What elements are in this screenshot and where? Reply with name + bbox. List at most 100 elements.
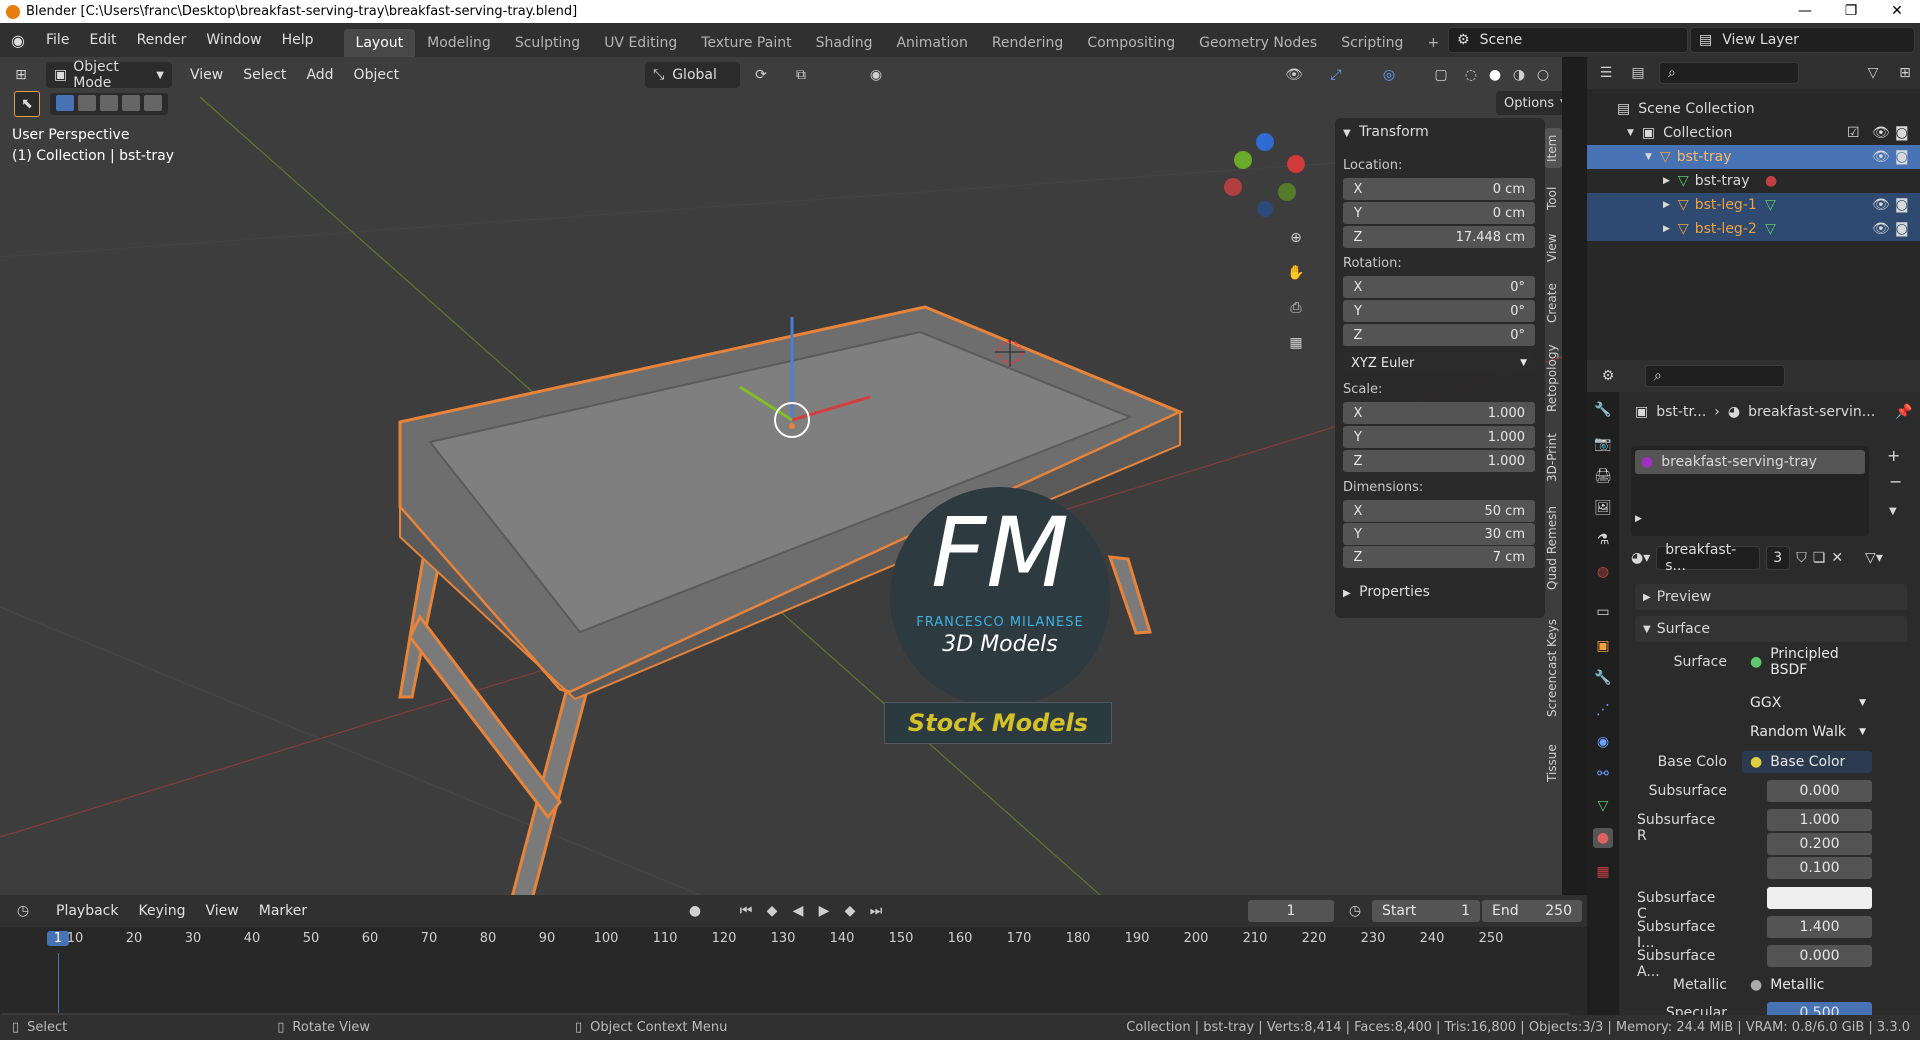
subsurface-ior-field[interactable]: 1.400 (1767, 916, 1872, 938)
material-browse-icon[interactable]: ◕▾ (1631, 550, 1650, 566)
outliner-item-bst-leg-1[interactable]: ▶ ▽ bst-leg-1 ▽ 👁 ◙ (1587, 193, 1920, 217)
select-extend-icon[interactable] (78, 95, 96, 111)
new-collection-icon[interactable]: ⊞ (1894, 62, 1916, 84)
minimize-button[interactable]: — (1782, 0, 1828, 23)
tool-tab-icon[interactable]: 🔧 (1593, 400, 1613, 420)
timeline-menu-view[interactable]: View (196, 903, 249, 919)
output-tab-icon[interactable]: 🖨 (1593, 466, 1613, 486)
sidebar-tab-quad-remesh[interactable]: Quad Remesh (1545, 498, 1562, 598)
add-slot-icon[interactable]: + (1887, 446, 1900, 465)
menu-render[interactable]: Render (127, 23, 197, 57)
timeline-body[interactable]: 1 10 20 30 40 50 60 70 80 90 100 110 120 130 140 150 160… (0, 927, 1587, 1025)
expand-icon[interactable]: ▶ (1635, 514, 1642, 524)
properties-editor-icon[interactable]: ⚙ (1597, 365, 1619, 387)
rotation-mode-select[interactable]: XYZ Euler ▼ (1343, 352, 1535, 374)
material-slot-item[interactable]: ● breakfast-serving-tray (1635, 450, 1865, 474)
outliner-editor-icon[interactable]: ☰ (1595, 62, 1617, 84)
scale-y-field[interactable]: Y 1.000 (1343, 426, 1535, 448)
close-button[interactable]: ✕ (1874, 0, 1920, 23)
prev-keyframe-icon[interactable]: ◆ (761, 900, 783, 922)
chevron-down-icon[interactable]: ▼ (1889, 506, 1897, 517)
pivot-icon[interactable]: ⟳ (750, 64, 772, 86)
render-tab-icon[interactable]: 📷 (1593, 434, 1613, 454)
jump-end-icon[interactable]: ⏭ (865, 900, 887, 922)
nav-neg-z-icon[interactable] (1257, 201, 1273, 217)
subsurface-radius-x-field[interactable]: 1.000 (1767, 809, 1872, 831)
select-subtract-icon[interactable] (100, 95, 118, 111)
nav-z-icon[interactable] (1256, 133, 1274, 151)
eye-icon[interactable]: 👁 (1872, 221, 1890, 237)
sidebar-tab-view[interactable]: View (1545, 228, 1562, 268)
camera-icon[interactable]: ◙ (1895, 197, 1909, 213)
tab-scripting[interactable]: Scripting (1329, 29, 1415, 57)
rotation-x-field[interactable]: X 0° (1343, 276, 1535, 298)
solid-shading-icon[interactable]: ● (1484, 64, 1506, 86)
menu-help[interactable]: Help (272, 23, 324, 57)
options-button[interactable]: Options ▼ (1496, 91, 1562, 115)
proportional-edit-icon[interactable]: ◉ (865, 64, 887, 86)
nav-x-icon[interactable] (1287, 155, 1305, 173)
play-icon[interactable]: ▶ (813, 900, 835, 922)
play-reverse-icon[interactable]: ◀ (787, 900, 809, 922)
surface-shader-field[interactable]: ● Principled BSDF (1742, 646, 1872, 678)
sidebar-tab-item[interactable]: Item (1545, 128, 1562, 168)
select-tool-icon[interactable]: ⬉ (14, 91, 40, 117)
outliner-item-bst-leg-2[interactable]: ▶ ▽ bst-leg-2 ▽ 👁 ◙ (1587, 217, 1920, 241)
tab-rendering[interactable]: Rendering (980, 29, 1076, 57)
tab-compositing[interactable]: Compositing (1075, 29, 1187, 57)
surface-panel-header[interactable]: ▼ Surface (1635, 616, 1907, 642)
outliner-scene-collection[interactable]: ▤ Scene Collection (1587, 97, 1920, 121)
tab-sculpting[interactable]: Sculpting (503, 29, 592, 57)
viewport-menu-view[interactable]: View (180, 67, 233, 83)
dimensions-y-field[interactable]: Y 30 cm (1343, 523, 1535, 545)
nav-neg-x-icon[interactable] (1224, 178, 1242, 196)
sidebar-tab-tool[interactable]: Tool (1545, 178, 1562, 218)
material-shading-icon[interactable]: ◑ (1508, 64, 1530, 86)
node-tree-icon[interactable]: ▽▾ (1865, 550, 1883, 566)
sidebar-tab-create[interactable]: Create (1545, 278, 1562, 328)
tab-texture-paint[interactable]: Texture Paint (689, 29, 803, 57)
perspective-grid-icon[interactable]: ▦ (1285, 332, 1307, 354)
world-tab-icon[interactable]: ◍ (1593, 562, 1613, 582)
outliner-item-bst-tray[interactable]: ▼ ▽ bst-tray 👁 ◙ (1587, 145, 1920, 169)
subsurface-color-swatch[interactable] (1767, 887, 1872, 909)
zoom-icon[interactable]: ⊕ (1285, 227, 1307, 249)
sidebar-tab-3d-print[interactable]: 3D-Print (1545, 428, 1562, 488)
fake-user-shield-icon[interactable]: ⛉ (1796, 550, 1807, 566)
select-new-icon[interactable] (56, 95, 74, 111)
snap-icon[interactable]: ⧉ (790, 64, 812, 86)
nav-y-icon[interactable] (1234, 151, 1252, 169)
view-layer-selector[interactable]: ▤ View Layer (1690, 27, 1915, 53)
distribution-select[interactable]: GGX ▼ (1742, 692, 1872, 714)
nav-neg-y-icon[interactable] (1278, 183, 1296, 201)
timeline-menu-marker[interactable]: Marker (249, 903, 317, 919)
menu-file[interactable]: File (36, 23, 79, 57)
maximize-button[interactable]: ❐ (1828, 0, 1874, 23)
location-z-field[interactable]: Z 17.448 cm (1343, 226, 1535, 248)
scale-x-field[interactable]: X 1.000 (1343, 402, 1535, 424)
dimensions-z-field[interactable]: Z 7 cm (1343, 546, 1535, 568)
properties-header[interactable]: ▶ Properties (1343, 584, 1430, 600)
base-color-field[interactable]: ● Base Color (1742, 751, 1872, 773)
tab-shading[interactable]: Shading (804, 29, 885, 57)
scale-z-field[interactable]: Z 1.000 (1343, 450, 1535, 472)
sidebar-tab-screencast-keys[interactable]: Screencast Keys (1545, 608, 1562, 728)
scene-tab-icon[interactable]: ⚗ (1593, 530, 1613, 550)
current-frame-field[interactable]: 1 (1248, 900, 1334, 922)
jump-start-icon[interactable]: ⏮ (735, 900, 757, 922)
select-intersect-icon[interactable] (144, 95, 162, 111)
preview-panel-header[interactable]: ▶ Preview (1635, 584, 1907, 610)
material-tab-icon[interactable]: ● (1593, 828, 1613, 848)
rotation-y-field[interactable]: Y 0° (1343, 300, 1535, 322)
subsurface-anisotropy-field[interactable]: 0.000 (1767, 945, 1872, 967)
texture-tab-icon[interactable]: ▦ (1593, 862, 1613, 882)
location-x-field[interactable]: X 0 cm (1343, 178, 1535, 200)
timeline-menu-keying[interactable]: Keying (128, 903, 195, 919)
checkbox-icon[interactable]: ☑ (1847, 125, 1860, 141)
remove-slot-icon[interactable]: − (1889, 472, 1902, 491)
select-invert-icon[interactable] (122, 95, 140, 111)
clock-icon[interactable]: ◷ (1344, 900, 1366, 922)
tab-modeling[interactable]: Modeling (415, 29, 503, 57)
pin-icon[interactable]: 📌 (1895, 404, 1912, 420)
transform-orientation[interactable]: ⤡ Global (645, 62, 740, 88)
